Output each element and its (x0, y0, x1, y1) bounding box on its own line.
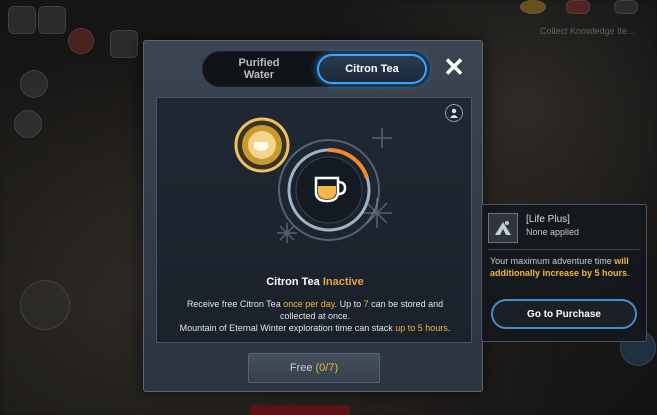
lp-desc-text: . (627, 268, 630, 278)
free-count: (0/7) (315, 362, 339, 374)
tab-citron-tea[interactable]: Citron Tea (317, 54, 427, 84)
divider (488, 249, 640, 250)
life-plus-subtitle: None applied (526, 227, 580, 237)
life-plus-panel: [Life Plus] None applied Your maximum ad… (481, 204, 647, 342)
text-area: Citron Tea Inactive Receive free Citron … (157, 266, 473, 344)
status-prefix: Citron Tea (266, 276, 320, 288)
desc-text: . (447, 323, 451, 333)
lp-desc-text: Your maximum adventure time (490, 256, 615, 266)
tab-bar: Purified Water Citron Tea (202, 51, 430, 87)
status-state: Inactive (322, 276, 364, 288)
life-plus-description: Your maximum adventure time will additio… (490, 255, 642, 279)
desc-text: . Up to (334, 299, 364, 309)
tab-label-line2: Water (243, 69, 275, 81)
desc-text: Receive free Citron Tea (186, 299, 284, 309)
close-button[interactable]: ✕ (442, 54, 466, 80)
desc-highlight: up to 5 hours (395, 323, 448, 333)
content-box: Citron Tea Inactive Receive free Citron … (156, 97, 472, 343)
guide-icon[interactable] (445, 104, 463, 122)
free-collect-button[interactable]: Free (0/7) (248, 353, 380, 383)
free-label: Free (289, 362, 313, 374)
life-plus-title: [Life Plus] (526, 214, 570, 225)
life-plus-icon (488, 213, 518, 243)
citron-tea-art (234, 117, 392, 243)
dialog: Purified Water Citron Tea ✕ Citron Tea I… (143, 40, 483, 392)
desc-text: Mountain of Eternal Winter exploration t… (179, 323, 396, 333)
tab-label-line1: Purified (238, 57, 280, 69)
description: Receive free Citron Tea once per day. Up… (157, 298, 473, 334)
status-line: Citron Tea Inactive (157, 276, 473, 288)
go-to-purchase-button[interactable]: Go to Purchase (491, 299, 637, 329)
tab-purified-water[interactable]: Purified Water (207, 54, 311, 84)
desc-highlight: once per day (283, 299, 335, 309)
